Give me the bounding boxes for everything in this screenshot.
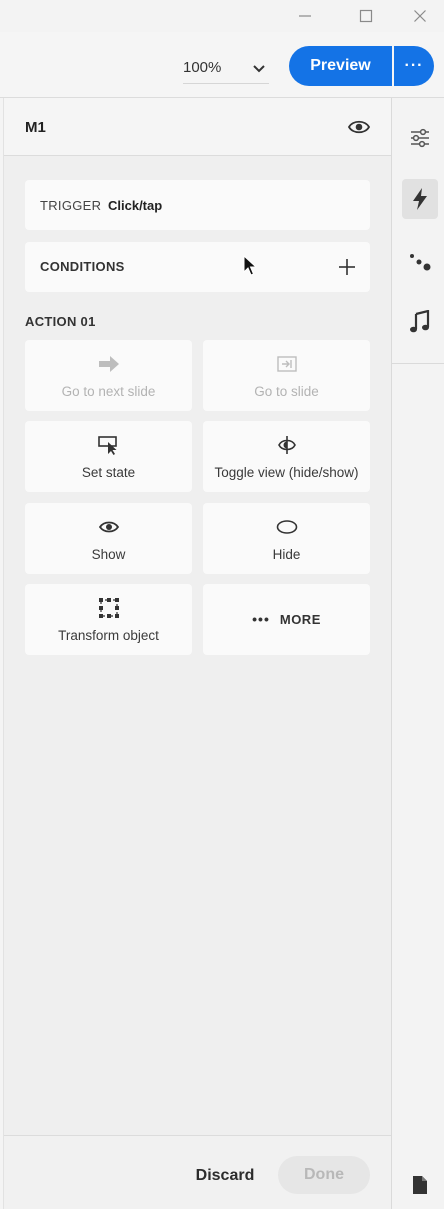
motion-icon	[410, 254, 431, 271]
trigger-label: TRIGGER	[40, 198, 102, 213]
rail-audio-button[interactable]	[402, 302, 438, 342]
properties-icon	[411, 128, 429, 148]
close-button[interactable]	[396, 0, 444, 32]
hide-icon	[276, 520, 297, 534]
trigger-value: Click/tap	[108, 198, 163, 213]
conditions-label: CONDITIONS	[40, 259, 125, 274]
action-go-to-next-slide[interactable]: Go to next slide	[25, 340, 192, 411]
eye-icon	[347, 120, 371, 134]
conditions-row[interactable]: CONDITIONS	[25, 242, 370, 292]
more-label: MORE	[279, 611, 321, 627]
audio-icon	[410, 310, 430, 333]
panel-footer: Discard Done	[4, 1135, 392, 1209]
action-show[interactable]: Show	[25, 503, 192, 574]
right-rail	[391, 98, 444, 1209]
mouse-cursor-icon	[243, 255, 258, 276]
add-condition-icon[interactable]	[337, 257, 357, 277]
action-transform-object[interactable]: Transform object	[25, 584, 192, 655]
zoom-value: 100%	[183, 59, 222, 76]
preview-more-button[interactable]: ···	[394, 46, 434, 86]
preview-button[interactable]: Preview	[289, 46, 392, 86]
window-title-bar	[0, 0, 444, 32]
rail-divider	[392, 363, 444, 364]
toolbar: 100% Preview ···	[0, 32, 444, 98]
rail-properties-button[interactable]	[402, 118, 438, 158]
action-more-button[interactable]: ••• MORE	[203, 584, 370, 655]
minimize-icon	[299, 15, 311, 17]
rail-page-button[interactable]	[402, 1165, 438, 1205]
panel-header: M1	[4, 98, 392, 156]
actions-panel: M1 TRIGGER Click/tap CONDITIONS ACTION 0…	[3, 98, 392, 1209]
action-label: Show	[91, 547, 126, 562]
set-state-icon	[97, 436, 117, 455]
maximize-icon	[359, 9, 373, 23]
object-name: M1	[25, 119, 46, 136]
action-label: Go to next slide	[61, 384, 156, 399]
zoom-dropdown[interactable]: 100%	[183, 52, 269, 84]
action-label: Set state	[81, 465, 136, 480]
visibility-button[interactable]	[347, 117, 371, 137]
action-heading: ACTION 01	[25, 314, 96, 329]
arrow-right-icon	[98, 356, 119, 372]
action-label: Transform object	[58, 628, 159, 643]
go-to-slide-icon	[276, 356, 297, 372]
eye-icon	[98, 521, 119, 533]
transform-icon	[98, 598, 119, 618]
rail-actions-button[interactable]	[402, 179, 438, 219]
discard-button[interactable]: Discard	[190, 1160, 260, 1192]
action-label: Toggle view (hide/show)	[214, 465, 359, 480]
maximize-button[interactable]	[342, 0, 390, 32]
action-go-to-slide[interactable]: Go to slide	[203, 340, 370, 411]
page-icon	[413, 1176, 427, 1194]
action-label: Hide	[272, 547, 301, 562]
action-hide[interactable]: Hide	[203, 503, 370, 574]
done-button[interactable]: Done	[278, 1156, 370, 1194]
more-dots-icon: •••	[252, 611, 270, 627]
actions-icon	[413, 188, 427, 210]
action-set-state[interactable]: Set state	[25, 421, 192, 492]
minimize-button[interactable]	[281, 0, 329, 32]
action-label: Go to slide	[254, 384, 319, 399]
action-toggle-view[interactable]: Toggle view (hide/show)	[203, 421, 370, 492]
toggle-view-icon	[277, 436, 296, 454]
rail-motion-button[interactable]	[402, 242, 438, 282]
close-icon	[414, 10, 426, 22]
trigger-field[interactable]: TRIGGER Click/tap	[25, 180, 370, 230]
chevron-down-icon	[253, 65, 265, 73]
